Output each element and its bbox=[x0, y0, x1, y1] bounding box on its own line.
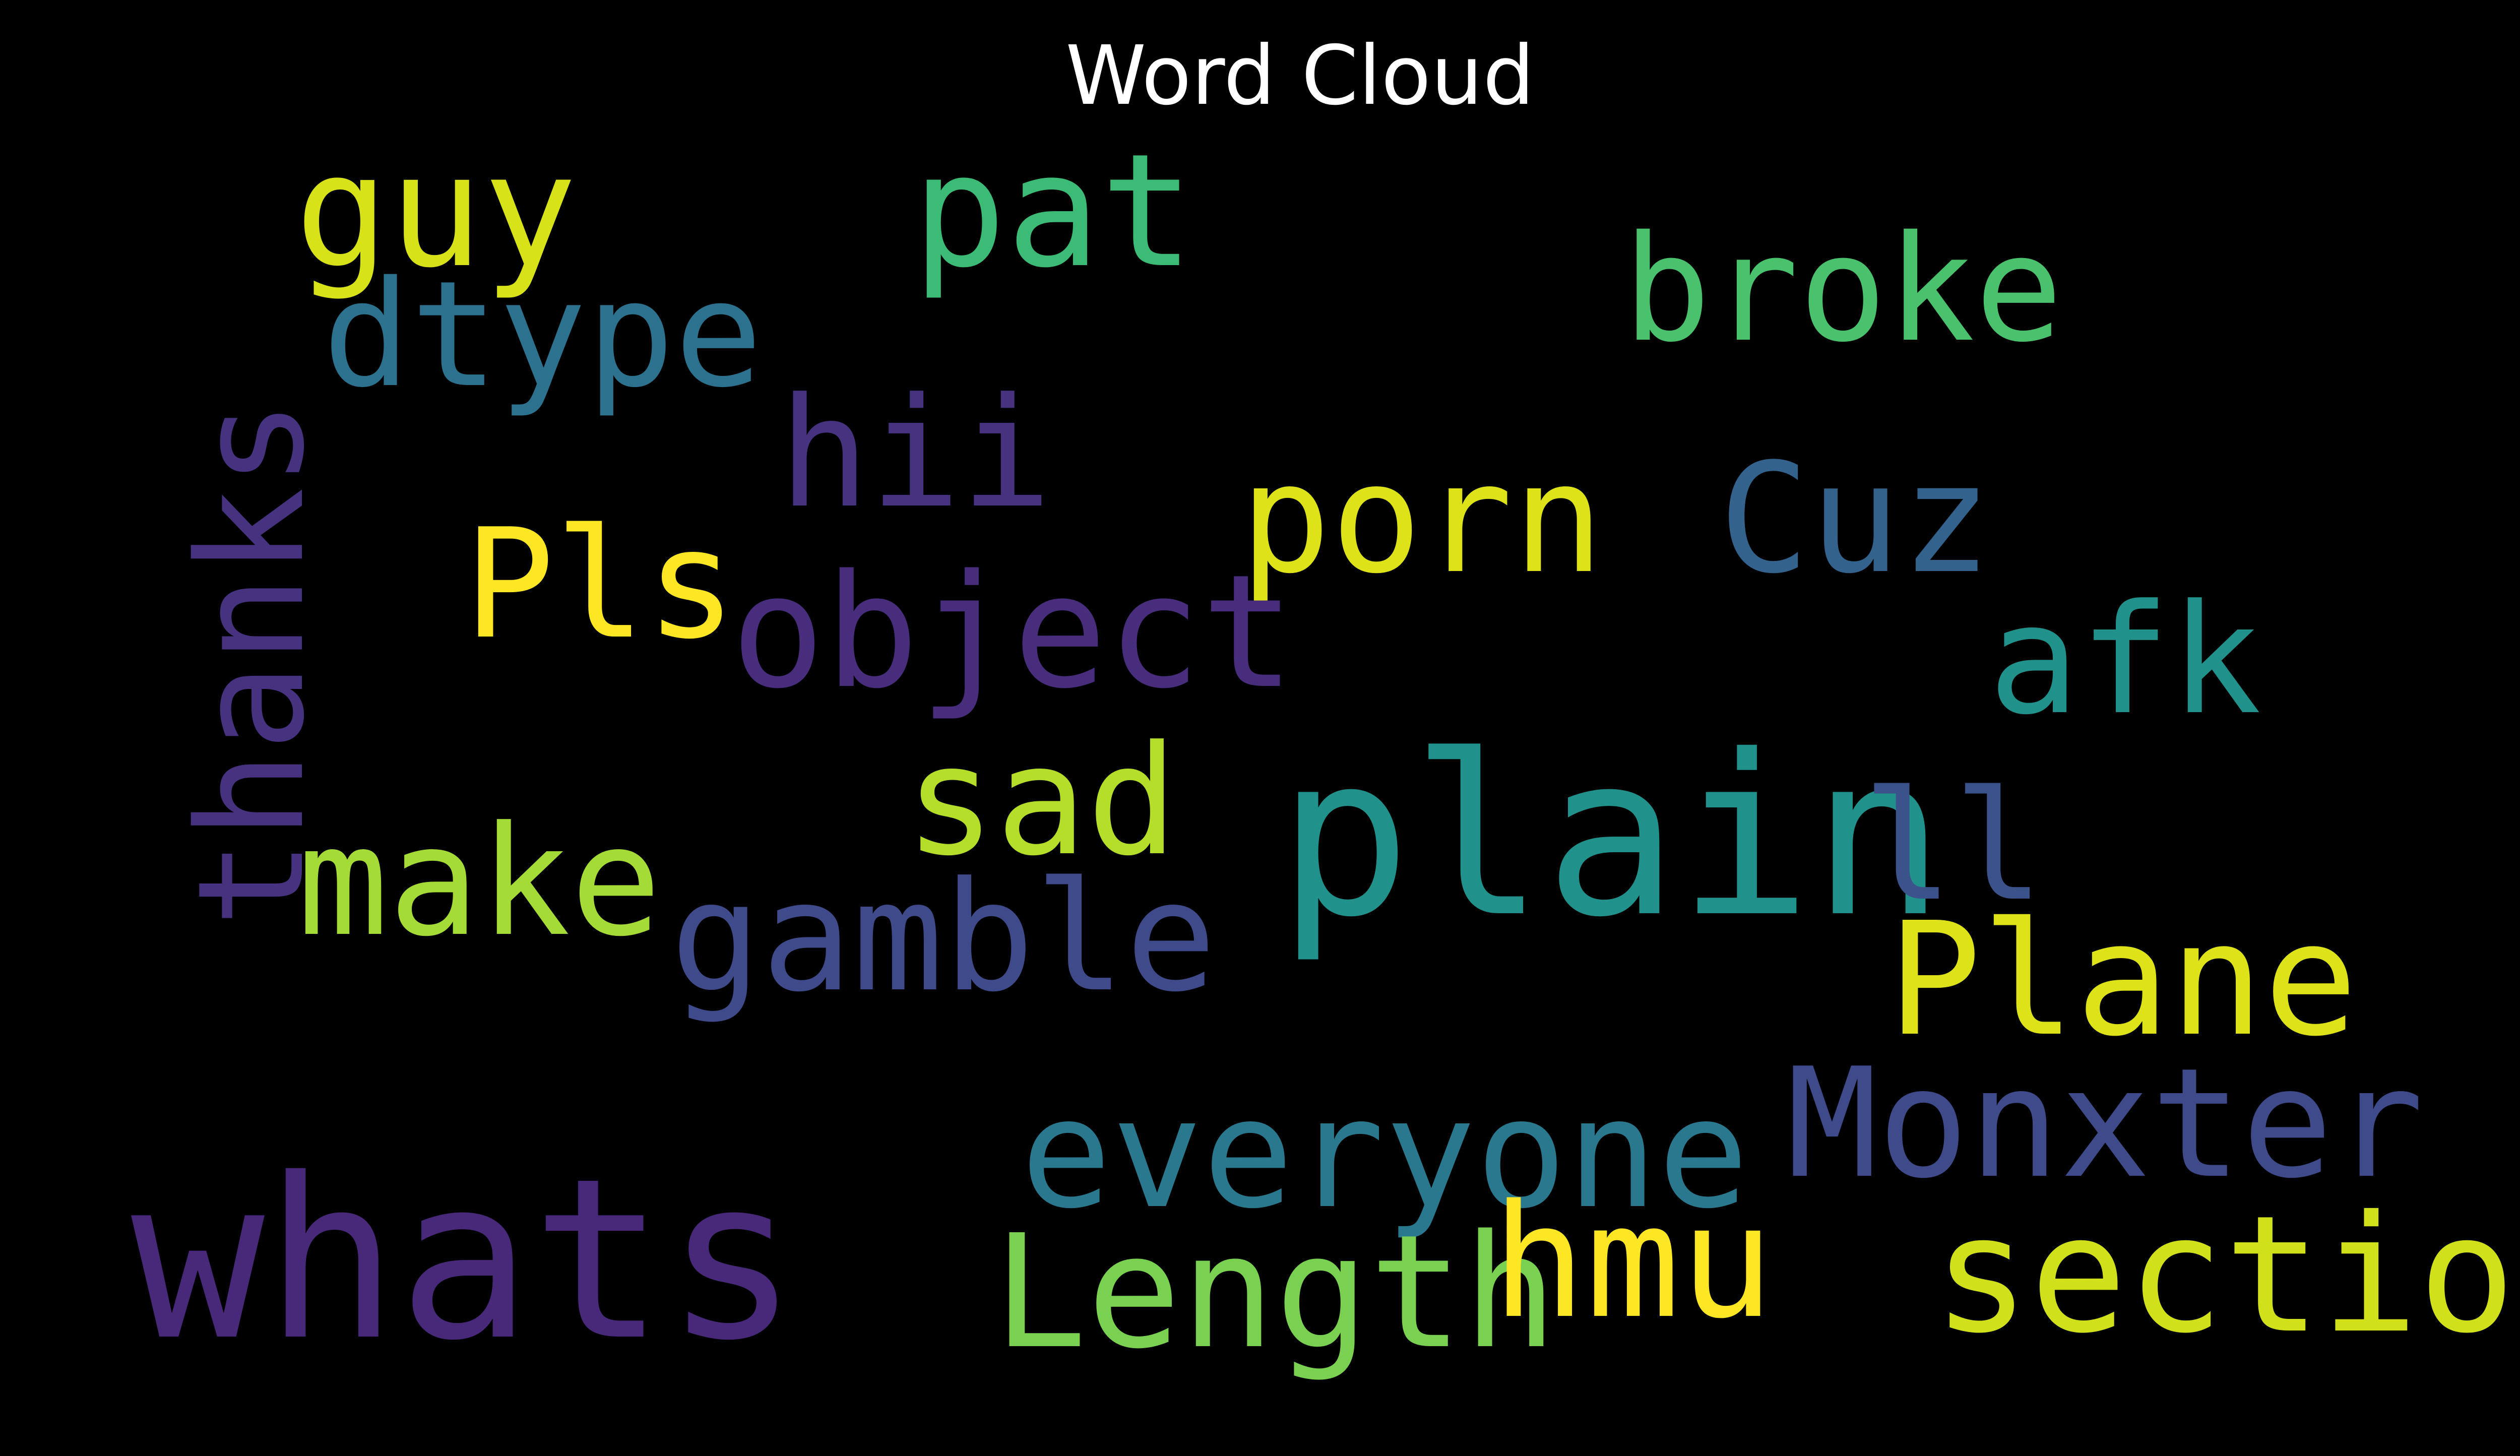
word-cuz: Cuz bbox=[1719, 431, 1992, 607]
chart-title: Word Cloud bbox=[1065, 29, 1535, 123]
word-make: make bbox=[297, 794, 662, 970]
word-object: object bbox=[731, 541, 1295, 723]
word-afk: afk bbox=[1988, 572, 2261, 748]
word-pls: Pls bbox=[464, 496, 737, 672]
word-gamble: gamble bbox=[670, 849, 1217, 1025]
word-broke: broke bbox=[1623, 205, 2063, 374]
word-plane: Plane bbox=[1887, 889, 2358, 1071]
word-cloud-canvas: Word Cloud guy pat broke dtype hii thank… bbox=[0, 0, 2520, 1456]
word-hmu: hmu bbox=[1492, 1171, 1774, 1353]
word-pat: pat bbox=[912, 120, 1194, 302]
word-length: Length bbox=[993, 1201, 1557, 1383]
word-plain: plain bbox=[1278, 708, 1945, 966]
word-section: section bbox=[1933, 1181, 2520, 1369]
word-dtype: dtype bbox=[323, 250, 763, 420]
word-monxter: Monxter bbox=[1787, 1036, 2424, 1212]
word-hii: hii bbox=[779, 365, 1052, 541]
word-whats: whats bbox=[131, 1131, 799, 1389]
